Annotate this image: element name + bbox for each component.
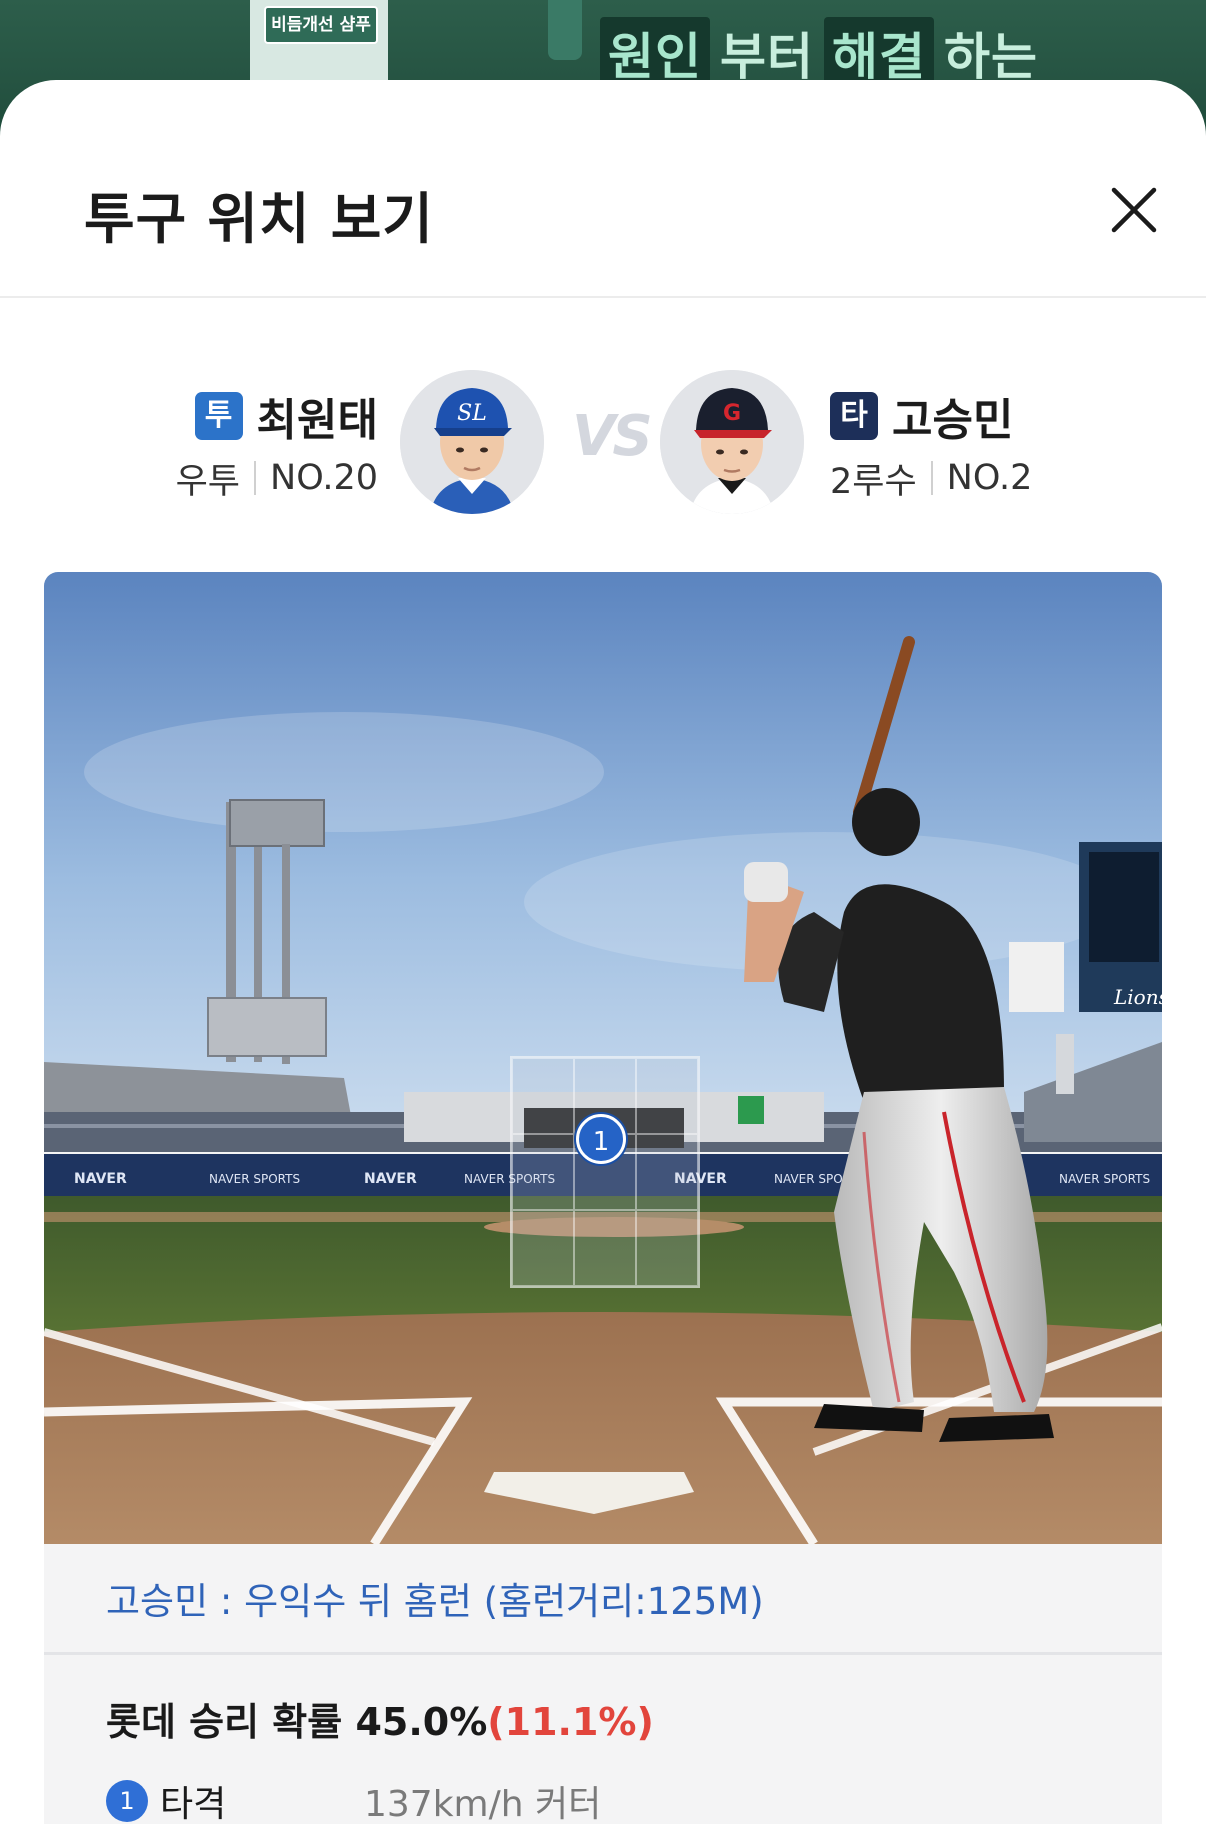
zone-cell [636, 1134, 698, 1210]
batter-avatar-illustration: G [660, 370, 804, 514]
close-icon [1111, 187, 1157, 233]
zone-cell [512, 1134, 574, 1210]
pitcher-badge: 투 [194, 392, 243, 440]
batter-info[interactable]: 타 고승민 2루수 NO.2 [830, 388, 1033, 502]
batter-position: 2루수 [830, 461, 917, 502]
pitcher-info[interactable]: 투 최원태 우투 NO.20 [176, 388, 378, 502]
batter-badge: 타 [830, 392, 878, 440]
pitcher-number: NO.20 [270, 458, 378, 498]
ad-headline-word: 원인 [600, 17, 710, 89]
ad-headline-word: 해결 [824, 17, 934, 89]
stadium-ad: NAVER [364, 1171, 417, 1187]
pitch-scene-card: Lions NAVER NAVER SPORTS NAVER NAVER SPO… [44, 572, 1162, 1824]
ad-product-image: 비듬개선 샴푸 [250, 0, 388, 90]
pitch-detail: 137km/h 커터 [364, 1784, 602, 1824]
stadium-ad: NAVER SPORTS [209, 1172, 300, 1186]
play-result-text: 고승민 : 우익수 뒤 홈런 (홈런거리:125M) [106, 1580, 764, 1623]
pitcher-name: 최원태 [256, 395, 378, 446]
pitch-marker[interactable]: 1 [576, 1114, 626, 1164]
batter-name: 고승민 [892, 395, 1014, 446]
ad-product-label: 비듬개선 샴푸 [264, 6, 378, 44]
close-button[interactable] [1106, 182, 1162, 238]
stadium-scene: Lions NAVER NAVER SPORTS NAVER NAVER SPO… [44, 572, 1162, 1544]
divider [254, 461, 257, 495]
stadium-ad: NAVER SPORTS [1059, 1172, 1150, 1186]
ad-headline: 원인 부터 해결 하는 [600, 17, 1038, 89]
sheet-header: 투구 위치 보기 [0, 80, 1206, 298]
pitch-list-item[interactable]: 1 타격 137km/h 커터 [44, 1771, 1162, 1824]
zone-cell [512, 1058, 574, 1134]
sheet-title: 투구 위치 보기 [84, 187, 434, 251]
batter-cap-logo: G [723, 401, 741, 426]
batter-number: NO.2 [946, 458, 1033, 498]
vs-label: VS [572, 404, 653, 469]
ad-headline-word: 부터 [720, 28, 814, 86]
pitcher-cap-logo: SL [457, 401, 487, 426]
pitch-number-badge: 1 [106, 1780, 148, 1822]
pitch-result: 타격 [160, 1784, 227, 1824]
win-probability-label: 롯데 승리 확률 45.0% [106, 1700, 488, 1744]
play-result: 고승민 : 우익수 뒤 홈런 (홈런거리:125M) [44, 1544, 1162, 1655]
zone-cell [636, 1058, 698, 1134]
matchup: 투 최원태 우투 NO.20 SL VS G 타 고승민 2루수 NO.2 [0, 370, 1206, 520]
pitcher-avatar[interactable]: SL [400, 370, 544, 514]
zone-cell [636, 1210, 698, 1286]
zone-cell [512, 1210, 574, 1286]
pitcher-position: 우투 [175, 461, 241, 502]
ad-bottle-image [548, 0, 582, 60]
ad-headline-word: 하는 [944, 28, 1038, 86]
strike-zone [510, 1056, 700, 1288]
pitcher-avatar-illustration: SL [400, 370, 544, 514]
zone-cell [574, 1210, 636, 1286]
stadium-ad: NAVER [74, 1171, 127, 1187]
win-probability-change: (11.1%) [487, 1700, 654, 1744]
scoreboard-team: Lions [1113, 985, 1162, 1009]
batter-avatar[interactable]: G [660, 370, 804, 514]
divider [930, 461, 933, 495]
win-probability: 롯데 승리 확률 45.0%(11.1%) [44, 1655, 1162, 1771]
